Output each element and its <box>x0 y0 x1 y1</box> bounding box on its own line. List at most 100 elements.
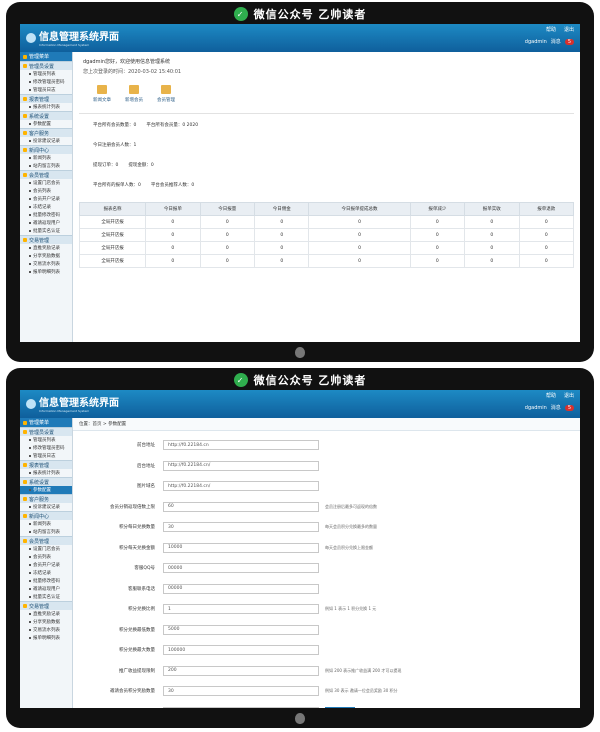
folder-icon <box>23 430 27 434</box>
sidebar-item[interactable]: 冻结记录 <box>20 203 72 211</box>
sidebar-item-label: 修改管理员密码 <box>33 446 65 451</box>
help-link[interactable]: 帮助 <box>546 26 556 33</box>
sidebar-item[interactable]: 投诉建议记录 <box>20 503 72 511</box>
sidebar-item[interactable]: 报表统计列表 <box>20 103 72 111</box>
sidebar-item[interactable]: 会员列表 <box>20 553 72 561</box>
user-name[interactable]: dgadmin <box>525 39 547 45</box>
field-label: 图片域名 <box>137 484 155 490</box>
sidebar-group[interactable]: 管理员设置 <box>20 61 72 70</box>
sidebar-group[interactable]: 交易管理 <box>20 601 72 610</box>
sidebar-group[interactable]: 交易管理 <box>20 235 72 244</box>
field-input[interactable]: 5000 <box>163 624 319 635</box>
form-row: 会员分销返现倍数上限 60 会员注册后最多可返现的倍数 <box>73 497 580 518</box>
sidebar-item[interactable]: 管理员列表 <box>20 70 72 78</box>
sidebar-item[interactable]: 直推奖励记录 <box>20 244 72 252</box>
sidebar-item[interactable]: 投诉建议记录 <box>20 137 72 145</box>
sidebar-item[interactable]: 直推奖励记录 <box>20 610 72 618</box>
sidebar-group[interactable]: 新闻中心 <box>20 145 72 154</box>
sidebar-item[interactable]: 邀请返现用户 <box>20 585 72 593</box>
field-input[interactable]: 00000 <box>163 583 319 594</box>
header-links-2: 帮助 退出 <box>546 392 574 399</box>
sidebar-item[interactable]: 交易流水列表 <box>20 626 72 634</box>
table-row: 全局开店报 0 0 0 0 0 0 0 <box>78 228 575 242</box>
field-input[interactable]: 10000 <box>163 542 319 553</box>
sidebar-item[interactable]: 站内留言列表 <box>20 528 72 536</box>
field-input[interactable]: http://f0.22184.cn <box>163 440 319 451</box>
sidebar-group[interactable]: 会员管理 <box>20 536 72 545</box>
user-messages-2[interactable]: 消息 <box>551 404 561 411</box>
sidebar-group[interactable]: 报表管理 <box>20 460 72 469</box>
sidebar-item[interactable]: 会员列表 <box>20 187 72 195</box>
sidebar-group[interactable]: 客户服务 <box>20 494 72 503</box>
bullet-icon <box>29 489 31 491</box>
users-icon <box>161 85 171 94</box>
sidebar-item[interactable]: 报单明细列表 <box>20 268 72 276</box>
sidebar-item[interactable]: 会员开户记录 <box>20 195 72 203</box>
sidebar-group[interactable]: 管理员设置 <box>20 427 72 436</box>
field-input[interactable] <box>163 706 319 708</box>
sidebar-item[interactable]: 批量实名认证 <box>20 227 72 235</box>
sidebar-item[interactable]: 交易流水列表 <box>20 260 72 268</box>
sidebar-item[interactable]: 管理员列表 <box>20 436 72 444</box>
field-input[interactable]: 30 <box>163 686 319 697</box>
sidebar-item[interactable]: 设置门店会员 <box>20 545 72 553</box>
sidebar-item[interactable]: 修改管理员密码 <box>20 78 72 86</box>
field-input[interactable]: http://f0.22184.cn/ <box>163 481 319 492</box>
quick-member-manage-label: 会员管理 <box>157 98 175 103</box>
field-input[interactable]: 60 <box>163 501 319 512</box>
sidebar-group[interactable]: 客户服务 <box>20 128 72 137</box>
sidebar-group[interactable]: 报表管理 <box>20 94 72 103</box>
quick-member-manage[interactable]: 会员管理 <box>157 85 175 103</box>
sidebar-item[interactable]: 报表统计列表 <box>20 469 72 477</box>
field-input[interactable]: 200 <box>163 665 319 676</box>
sidebar-group[interactable]: 会员管理 <box>20 170 72 179</box>
sidebar-item[interactable]: 参数配置 <box>20 120 72 128</box>
sidebar-item[interactable]: 批量修改密码 <box>20 211 72 219</box>
sidebar-item[interactable]: 会员开户记录 <box>20 561 72 569</box>
sidebar-item[interactable]: 管理员日志 <box>20 452 72 460</box>
sidebar-item[interactable]: 批量修改密码 <box>20 577 72 585</box>
sidebar-item[interactable]: 修改管理员密码 <box>20 444 72 452</box>
user-name-2[interactable]: dgadmin <box>525 405 547 411</box>
field-input[interactable]: 100000 <box>163 645 319 656</box>
sidebar-item[interactable]: 设置门店会员 <box>20 179 72 187</box>
table-cell: 0 <box>199 215 256 229</box>
sidebar-item-label: 投诉建议记录 <box>33 139 60 144</box>
sidebar-item[interactable]: 分享奖励数据 <box>20 252 72 260</box>
sidebar-group[interactable]: 系统设置 <box>20 477 72 486</box>
form-row: 客服联系电话 00000 <box>73 579 580 600</box>
sidebar-item[interactable]: 参数配置 <box>20 486 72 494</box>
quick-add-member-label: 新增会员 <box>125 98 143 103</box>
sidebar-item[interactable]: 冻结记录 <box>20 569 72 577</box>
sidebar-item[interactable]: 新闻列表 <box>20 154 72 162</box>
logout-link-2[interactable]: 退出 <box>564 392 574 399</box>
sidebar-group-label: 管理员设置 <box>29 63 55 70</box>
field-label: 积分每日兑换数量 <box>119 525 155 531</box>
logout-link[interactable]: 退出 <box>564 26 574 33</box>
field-input[interactable]: 30 <box>163 522 319 533</box>
sidebar-item[interactable]: 站内留言列表 <box>20 162 72 170</box>
sidebar-header-label: 管理菜单 <box>29 54 50 60</box>
settings-main: 位置：首页 > 参数配置 前台地址 http://f0.22184.cn 后台地址 h… <box>73 418 580 708</box>
user-messages[interactable]: 消息 <box>551 38 561 45</box>
table-row: 全局开店报 0 0 0 0 0 0 0 <box>78 254 575 268</box>
sidebar-item[interactable]: 批量实名认证 <box>20 593 72 601</box>
sidebar-item[interactable]: 分享奖励数据 <box>20 618 72 626</box>
field-input[interactable]: 00000 <box>163 563 319 574</box>
sidebar-item[interactable]: 报单明细列表 <box>20 634 72 642</box>
sidebar-item[interactable]: 邀请返现用户 <box>20 219 72 227</box>
quick-news[interactable]: 新闻文章 <box>93 85 111 103</box>
sidebar-group[interactable]: 新闻中心 <box>20 511 72 520</box>
submit-button[interactable] <box>325 706 355 708</box>
field-input[interactable]: http://f0.22184.cn/ <box>163 460 319 471</box>
sidebar-item-label: 直推奖励记录 <box>33 612 60 617</box>
form-row: 积分兑换比例 1 例如 1 表示 1 积分兑换 1 元 <box>73 599 580 620</box>
stat-members-2020: 平台所有会员量：0 2020 <box>146 123 199 128</box>
sidebar-item[interactable]: 管理员日志 <box>20 86 72 94</box>
quick-add-member[interactable]: 新增会员 <box>125 85 143 103</box>
field-input[interactable]: 1 <box>163 604 319 615</box>
sidebar-group[interactable]: 系统设置 <box>20 111 72 120</box>
table-header: 今日报单提成总数 <box>308 202 411 216</box>
sidebar-item[interactable]: 新闻列表 <box>20 520 72 528</box>
help-link-2[interactable]: 帮助 <box>546 392 556 399</box>
